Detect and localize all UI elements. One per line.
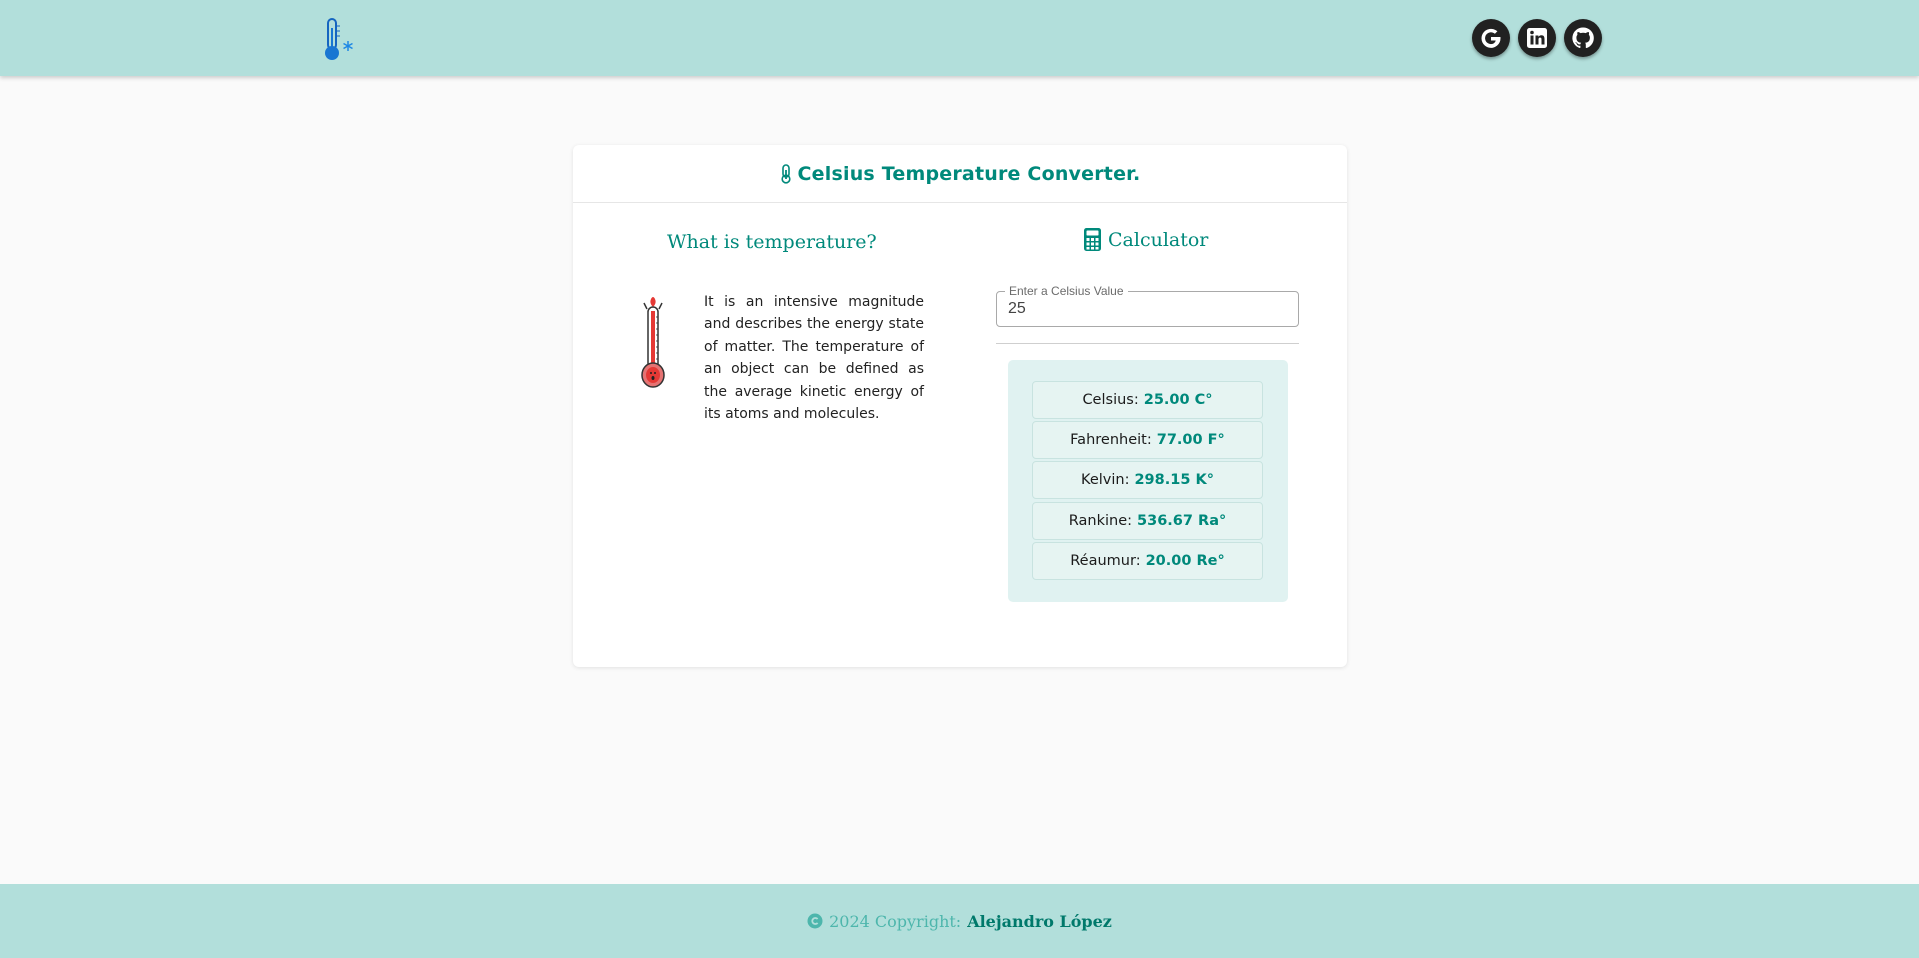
result-kelvin: Kelvin: 298.15 K° xyxy=(1032,461,1263,499)
result-value: 536.67 Ra° xyxy=(1137,513,1227,529)
celsius-input-field: Enter a Celsius Value xyxy=(996,284,1299,327)
result-label: Kelvin: xyxy=(1081,472,1130,488)
result-reaumur: Réaumur: 20.00 Re° xyxy=(1032,542,1263,580)
copyright-text: 2024 Copyright: xyxy=(829,911,962,931)
calculator-heading: Calculator xyxy=(1083,227,1208,252)
result-fahrenheit: Fahrenheit: 77.00 F° xyxy=(1032,421,1263,459)
github-link[interactable] xyxy=(1564,19,1602,57)
result-value: 298.15 K° xyxy=(1134,472,1214,488)
celsius-input-label: Enter a Celsius Value xyxy=(1005,284,1128,298)
result-label: Réaumur: xyxy=(1070,553,1141,569)
author-link[interactable]: Alejandro López xyxy=(967,912,1112,931)
converter-card: Celsius Temperature Converter. What is t… xyxy=(573,145,1347,667)
result-celsius: Celsius: 25.00 C° xyxy=(1032,381,1263,419)
result-rankine: Rankine: 536.67 Ra° xyxy=(1032,502,1263,540)
google-icon xyxy=(1481,28,1501,48)
results-panel: Celsius: 25.00 C° Fahrenheit: 77.00 F° K… xyxy=(1008,360,1288,602)
copyright-icon xyxy=(807,913,823,929)
social-links xyxy=(1472,19,1602,57)
result-label: Rankine: xyxy=(1068,513,1133,529)
thermometer-snowflake-icon[interactable] xyxy=(320,16,356,62)
top-navbar xyxy=(0,0,1919,76)
calculator-icon xyxy=(1084,228,1101,251)
info-heading: What is temperature? xyxy=(667,231,877,253)
result-value: 20.00 Re° xyxy=(1145,553,1225,569)
linkedin-icon xyxy=(1527,28,1547,48)
linkedin-link[interactable] xyxy=(1518,19,1556,57)
divider xyxy=(996,343,1299,344)
calculator-heading-text: Calculator xyxy=(1108,228,1209,251)
card-title: Celsius Temperature Converter. xyxy=(573,145,1347,203)
result-label: Fahrenheit: xyxy=(1070,432,1152,448)
result-value: 25.00 C° xyxy=(1143,392,1213,408)
result-value: 77.00 F° xyxy=(1156,432,1225,448)
google-link[interactable] xyxy=(1472,19,1510,57)
footer: 2024 Copyright: Alejandro López xyxy=(0,884,1919,958)
temperature-description: It is an intensive magnitude and describ… xyxy=(704,294,924,423)
thermometer-icon xyxy=(780,163,791,184)
result-label: Celsius: xyxy=(1082,392,1139,408)
github-icon xyxy=(1572,27,1594,49)
celsius-input[interactable] xyxy=(1008,298,1288,320)
card-title-text: Celsius Temperature Converter. xyxy=(797,162,1141,185)
hot-thermometer-icon xyxy=(641,297,665,388)
